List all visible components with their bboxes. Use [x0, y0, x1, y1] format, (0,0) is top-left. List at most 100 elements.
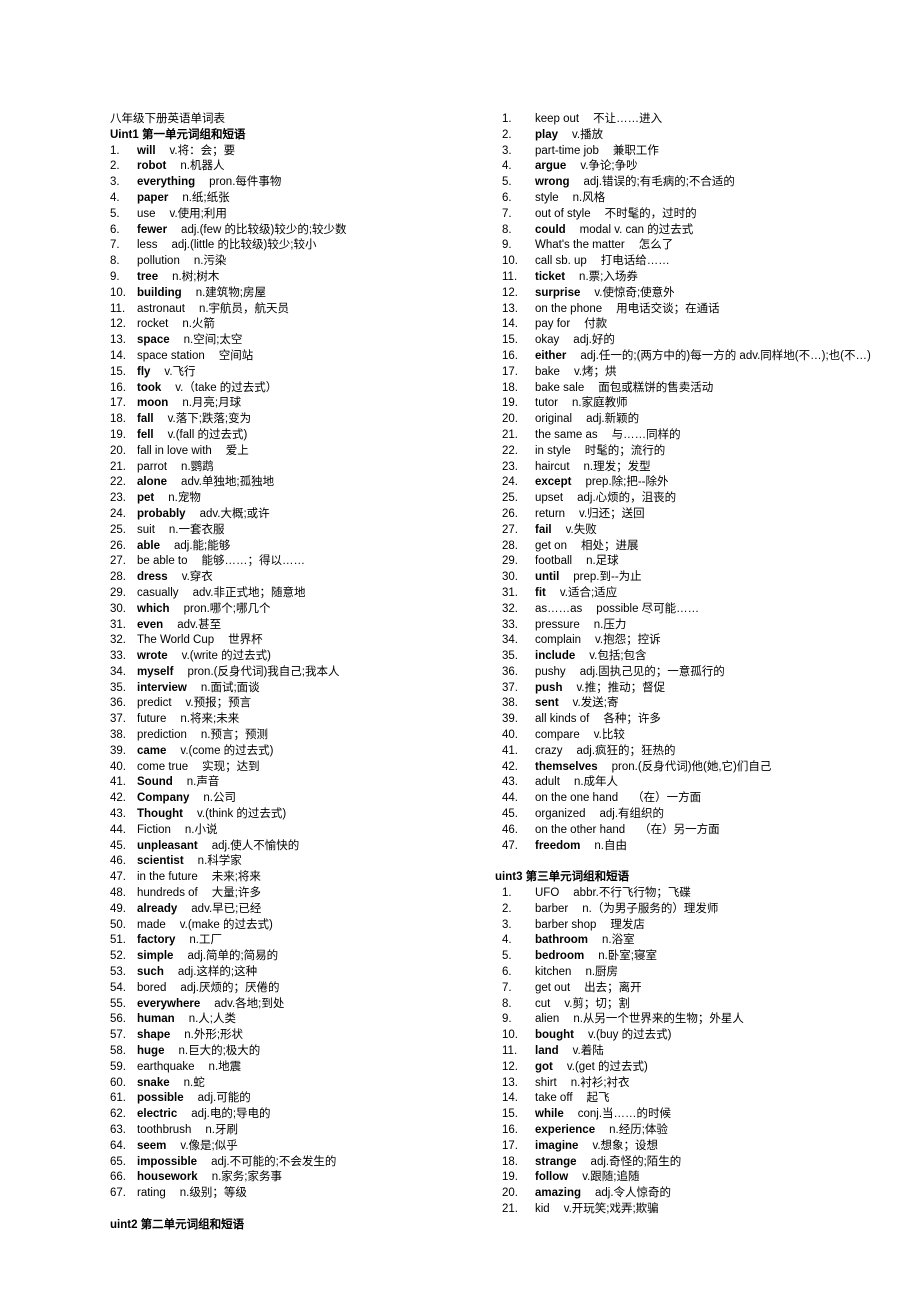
word-entry: 20. fall in love with 爱上	[110, 444, 495, 460]
word-entry: 11. astronaut n.宇航员，航天员	[110, 302, 495, 318]
entry-term: fall	[137, 413, 154, 426]
word-entry: 4. paper n.纸;纸张	[110, 191, 495, 207]
entry-number: 3.	[502, 144, 512, 157]
word-entry: 33. pressure n.压力	[495, 618, 880, 634]
entry-body: land v.着陆	[535, 1044, 880, 1060]
entry-number: 11.	[502, 270, 518, 283]
word-entry: 22. alone adv.单独地;孤独地	[110, 475, 495, 491]
entry-body: prediction n.预言；预测	[137, 728, 495, 744]
entry-number: 1.	[110, 144, 120, 157]
entry-definition: 付款	[584, 318, 608, 331]
entry-number: 34.	[110, 665, 126, 678]
entry-body: imagine v.想象；设想	[535, 1139, 880, 1155]
entry-body: human n.人;人类	[137, 1012, 495, 1028]
entry-body: original adj.新颖的	[535, 412, 880, 428]
entry-definition: conj.当……的时候	[577, 1108, 672, 1121]
word-entry: 57. shape n.外形;形状	[110, 1028, 495, 1044]
entry-number: 61.	[110, 1092, 126, 1105]
entry-definition: n.建筑物;房屋	[195, 286, 267, 299]
entry-term: future	[137, 713, 167, 726]
entry-definition: 不让……进入	[593, 113, 663, 125]
word-entry: 10. bought v.(buy 的过去式)	[495, 1028, 880, 1044]
word-entry: 3. barber shop 理发店	[495, 918, 880, 934]
word-entry: 19. fell v.(fall 的过去式)	[110, 428, 495, 444]
word-entry: 47. in the future 未来;将来	[110, 870, 495, 886]
entry-body: haircut n.理发；发型	[535, 460, 880, 476]
entry-definition: v.推；推动；督促	[576, 681, 666, 694]
word-entry: 1. keep out 不让……进入	[495, 112, 880, 128]
word-entry: 66. housework n.家务;家务事	[110, 1170, 495, 1186]
entry-number: 11.	[502, 1045, 518, 1058]
word-entry: 42. Company n.公司	[110, 791, 495, 807]
entry-body: future n.将来;未来	[137, 712, 495, 728]
entry-number: 1.	[502, 887, 512, 900]
entry-number: 32.	[110, 634, 126, 647]
entry-number: 11.	[110, 302, 126, 315]
entry-term: argue	[535, 160, 567, 173]
word-entry: 14. space station 空间站	[110, 349, 495, 365]
entry-number: 2.	[110, 160, 120, 173]
entry-term: all kinds of	[535, 713, 590, 726]
entry-term: pressure	[535, 618, 580, 631]
entry-term: include	[535, 650, 576, 663]
entry-term: while	[535, 1108, 564, 1121]
entry-body: compare v.比较	[535, 728, 880, 744]
entry-definition: 与……同样的	[611, 428, 681, 441]
entry-definition: v.穿衣	[181, 571, 213, 584]
entry-term: pollution	[137, 255, 180, 268]
entry-body: Thought v.(think 的过去式)	[137, 807, 495, 823]
entry-definition: n.纸;纸张	[182, 191, 230, 204]
right-sections-container: 1. keep out 不让……进入 2. play v.播放 3. part-time jo…	[495, 112, 880, 1218]
entry-body: robot n.机器人	[137, 159, 495, 175]
entry-term: on the other hand	[535, 823, 626, 836]
entry-body: sent v.发送;寄	[535, 696, 880, 712]
entry-number: 31.	[110, 618, 126, 631]
entry-term: everywhere	[137, 997, 201, 1010]
entry-body: bathroom n.浴室	[535, 933, 880, 949]
entry-definition: v.(make 的过去式)	[179, 918, 273, 931]
entry-number: 2.	[502, 128, 512, 141]
entry-definition: v.（take 的过去式）	[175, 381, 278, 394]
entry-number: 37.	[502, 681, 518, 694]
entry-number: 23.	[110, 492, 126, 505]
entry-term: scientist	[137, 855, 184, 868]
entry-term: pay for	[535, 318, 571, 331]
entry-definition: 实现；达到	[202, 760, 260, 773]
word-entry: 9. What's the matter 怎么了	[495, 238, 880, 254]
entry-term: bake	[535, 365, 560, 378]
entry-definition: adj.固执己见的；一意孤行的	[579, 665, 725, 678]
entry-number: 24.	[110, 507, 126, 520]
entry-term: The World Cup	[137, 634, 215, 647]
entry-term: bake sale	[535, 381, 585, 394]
entry-number: 3.	[502, 918, 512, 931]
word-entry: 32. as……as possible 尽可能……	[495, 602, 880, 618]
word-entry: 45. unpleasant adj.使人不愉快的	[110, 839, 495, 855]
entry-definition: adj.心烦的，沮丧的	[577, 492, 677, 505]
entry-term: electric	[137, 1108, 178, 1121]
entry-term: fewer	[137, 223, 168, 236]
entry-body: on the one hand （在）一方面	[535, 791, 880, 807]
entry-number: 29.	[110, 586, 126, 599]
entry-body: Fiction n.小说	[137, 823, 495, 839]
entry-term: everything	[137, 176, 196, 189]
entry-definition: abbr.不行飞行物；飞碟	[573, 887, 691, 900]
entry-body: get out 出去；离开	[535, 981, 880, 997]
entry-number: 13.	[502, 302, 518, 315]
entry-number: 15.	[502, 1108, 518, 1121]
entry-body: took v.（take 的过去式）	[137, 381, 495, 397]
entry-body: bake sale 面包或糕饼的售卖活动	[535, 381, 880, 397]
word-entry: 13. space n.空间;太空	[110, 333, 495, 349]
entry-number: 46.	[502, 823, 518, 836]
entry-definition: n.小说	[184, 823, 218, 836]
entry-number: 12.	[502, 286, 518, 299]
entry-definition: adv.甚至	[177, 618, 222, 631]
entry-definition: v.开玩笑;戏弄;欺骗	[563, 1202, 659, 1215]
entry-body: pollution n.污染	[137, 254, 495, 270]
entry-number: 10.	[110, 286, 126, 299]
word-entry: 10. call sb. up 打电话给……	[495, 254, 880, 270]
word-entry: 19. follow v.跟随;追随	[495, 1170, 880, 1186]
word-entry: 33. wrote v.(write 的过去式)	[110, 649, 495, 665]
entry-body: casually adv.非正式地；随意地	[137, 586, 495, 602]
entry-number: 7.	[502, 207, 512, 220]
entry-body: Company n.公司	[137, 791, 495, 807]
